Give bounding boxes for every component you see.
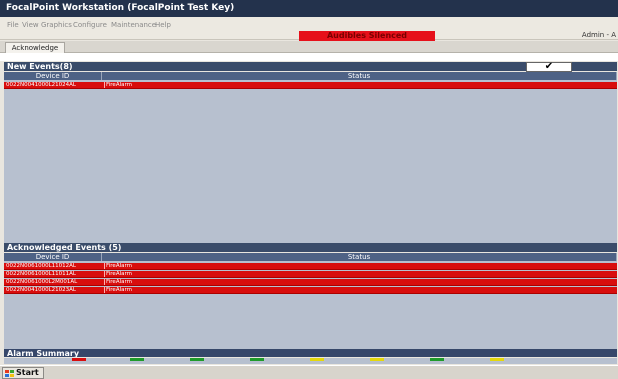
- alarm-summary-indicator[interactable]: [430, 358, 444, 361]
- acknowledged-events-header: Acknowledged Events (5): [4, 243, 617, 252]
- column-divider: [104, 279, 105, 285]
- status-cell: FireAlarm: [106, 263, 132, 269]
- status-cell: FireAlarm: [106, 271, 132, 277]
- table-row[interactable]: 0022N0041000L21023AL FireAlarm: [4, 287, 617, 294]
- new-events-grid: [4, 80, 617, 243]
- windows-logo-icon: [5, 370, 14, 377]
- menu-view[interactable]: View: [22, 21, 39, 29]
- column-divider: [104, 287, 105, 293]
- status-cell: FireAlarm: [106, 287, 132, 293]
- menu-maintenance[interactable]: Maintenance: [111, 21, 156, 29]
- device-id-cell: 0022N0041000L21023AL: [6, 287, 76, 293]
- alarm-summary-indicator[interactable]: [310, 358, 324, 361]
- alarm-summary-indicator[interactable]: [72, 358, 86, 361]
- menu-file[interactable]: File: [7, 21, 19, 29]
- alarm-summary-indicator[interactable]: [250, 358, 264, 361]
- column-divider: [104, 263, 105, 269]
- alarm-summary-indicator[interactable]: [190, 358, 204, 361]
- table-row[interactable]: 0022N0041000L21024AL FireAlarm: [4, 82, 617, 89]
- device-id-cell: 0022N0061000L11011AL: [6, 271, 76, 277]
- new-events-col-status[interactable]: Status: [102, 72, 617, 80]
- status-cell: FireAlarm: [106, 82, 132, 88]
- column-divider: [104, 271, 105, 277]
- status-cell: FireAlarm: [106, 279, 132, 285]
- alarm-summary-indicator[interactable]: [490, 358, 504, 361]
- new-events-col-device[interactable]: Device ID: [4, 72, 102, 80]
- audibles-status-banner: Audibles Silenced: [299, 31, 435, 41]
- user-label: Admin - A: [581, 31, 616, 39]
- device-id-cell: 0022N0061000L2M001AL: [6, 279, 78, 285]
- device-id-cell: 0022N0041000L21024AL: [6, 82, 76, 88]
- tab-acknowledge[interactable]: Acknowledge: [5, 42, 65, 53]
- acknowledge-button[interactable]: ✔: [526, 62, 572, 72]
- check-icon: ✔: [544, 61, 554, 72]
- device-id-cell: 0022N0061000L11012AL: [6, 263, 76, 269]
- table-row[interactable]: 0022N0061000L11011AL FireAlarm: [4, 271, 617, 278]
- alarm-summary-header: Alarm Summary: [4, 349, 617, 357]
- table-row[interactable]: 0022N0061000L2M001AL FireAlarm: [4, 279, 617, 286]
- start-button[interactable]: Start: [2, 367, 44, 379]
- ack-events-col-status[interactable]: Status: [102, 253, 617, 261]
- alarm-summary-indicator[interactable]: [370, 358, 384, 361]
- start-label: Start: [16, 368, 39, 377]
- tab-strip: Acknowledge: [0, 41, 618, 53]
- taskbar: Start: [0, 365, 618, 379]
- menu-configure[interactable]: Configure: [73, 21, 107, 29]
- table-row[interactable]: 0022N0061000L11012AL FireAlarm: [4, 263, 617, 270]
- panel-spacer: [0, 53, 618, 61]
- alarm-summary-strip: [4, 358, 617, 364]
- ack-events-col-device[interactable]: Device ID: [4, 253, 102, 261]
- alarm-summary-indicator[interactable]: [130, 358, 144, 361]
- window-title: FocalPoint Workstation (FocalPoint Test …: [0, 0, 618, 17]
- menu-graphics[interactable]: Graphics: [41, 21, 72, 29]
- column-divider: [104, 82, 105, 88]
- menu-help[interactable]: Help: [155, 21, 171, 29]
